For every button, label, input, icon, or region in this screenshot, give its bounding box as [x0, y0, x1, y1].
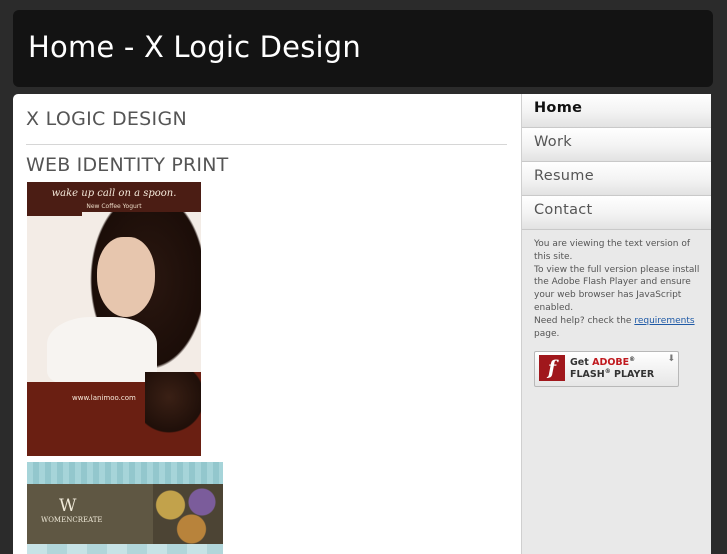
flash-player-label: PLAYER [614, 369, 655, 381]
image-face [97, 237, 155, 317]
flash-get-label: Get [570, 357, 593, 369]
site-name-heading: X LOGIC DESIGN [26, 108, 187, 130]
flash-get-text: Get ADOBE® [570, 356, 636, 369]
section-title: WEB IDENTITY PRINT [26, 154, 229, 176]
notice-line-1: You are viewing the text version of this… [534, 239, 691, 262]
portfolio-image-coffee-yogurt[interactable]: wake up call on a spoon. New Coffee Yogu… [27, 182, 201, 456]
get-flash-player-button[interactable]: f Get ADOBE® FLASH® PLAYER ⬇ [534, 351, 679, 387]
nav-item-label: Home [534, 100, 583, 116]
image-band-top [27, 462, 223, 484]
logo-text: WOMENCREATE [41, 516, 103, 524]
nav-item-resume[interactable]: Resume [522, 162, 711, 196]
image-decorative-circles [153, 484, 223, 544]
download-arrow-icon: ⬇ [667, 354, 675, 364]
image-coffee-beans [145, 372, 201, 456]
sidebar: Home Work Resume Contact You are viewing… [521, 94, 711, 554]
site-header: Home - X Logic Design [13, 10, 713, 87]
nav-item-label: Work [534, 134, 572, 150]
flash-name-label: FLASH [570, 369, 605, 381]
nav-item-label: Resume [534, 168, 594, 184]
image-subtag: New Coffee Yogurt [86, 203, 142, 210]
image-band-bottom [27, 544, 223, 554]
image-tagline: wake up call on a spoon. [51, 188, 177, 199]
flash-brand-label: ADOBE [592, 357, 630, 369]
logo-mark: W [59, 496, 77, 516]
flash-icon: f [539, 355, 565, 381]
nav-item-label: Contact [534, 202, 593, 218]
nav-item-home[interactable]: Home [522, 94, 711, 128]
notice-help-prefix: Need help? check the [534, 315, 635, 326]
nav-item-work[interactable]: Work [522, 128, 711, 162]
page-title: Home - X Logic Design [28, 30, 361, 64]
nav-item-contact[interactable]: Contact [522, 196, 711, 230]
main-content: X LOGIC DESIGN WEB IDENTITY PRINT wake u… [13, 94, 521, 554]
requirements-link[interactable]: requirements [634, 316, 694, 326]
portfolio-image-women-create[interactable]: W WOMENCREATE [27, 462, 223, 554]
image-url-text: www.lanimoo.com [72, 394, 136, 402]
notice-help-suffix: page. [534, 328, 560, 339]
notice-line-3: Need help? check the requirements page. [534, 315, 700, 341]
divider [26, 144, 507, 145]
image-cup [47, 317, 157, 385]
text-version-notice: You are viewing the text version of this… [534, 238, 700, 340]
flash-player-text: FLASH® PLAYER [570, 368, 655, 381]
notice-line-2: To view the full version please install … [534, 264, 700, 313]
